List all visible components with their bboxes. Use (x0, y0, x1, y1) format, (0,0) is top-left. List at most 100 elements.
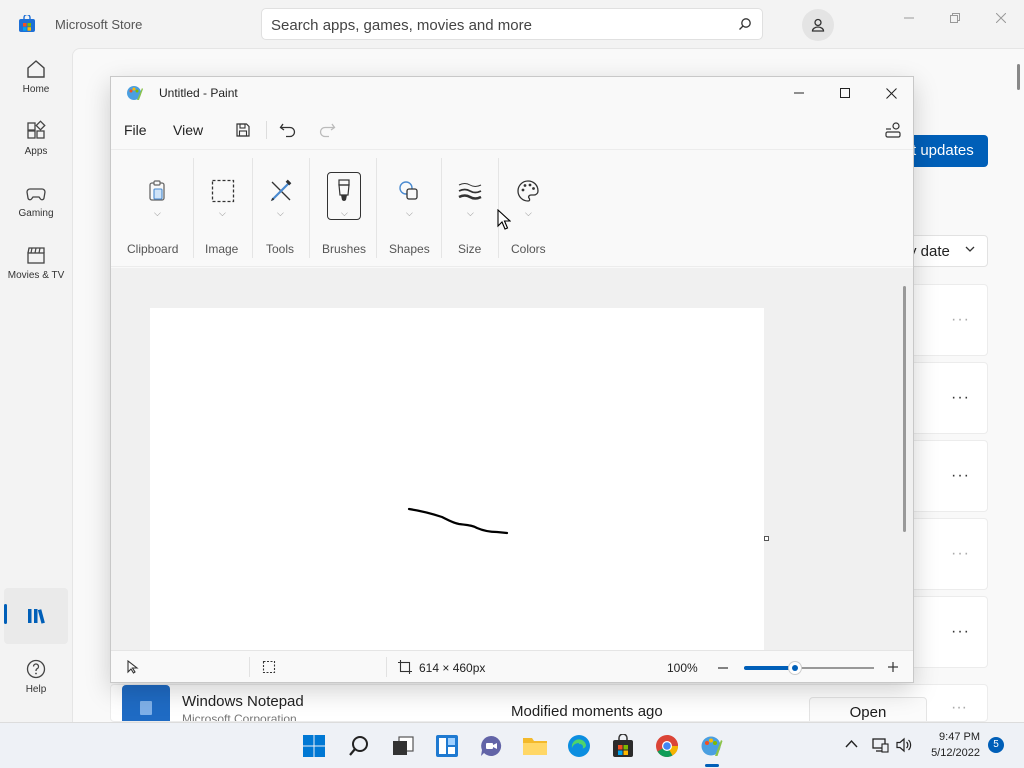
store-restore-button[interactable] (940, 8, 970, 28)
drawing-canvas[interactable] (150, 308, 764, 650)
home-icon (27, 60, 45, 78)
nav-movies-tv[interactable]: Movies & TV (4, 244, 68, 300)
store-taskbar-button[interactable] (609, 732, 637, 760)
chevron-up-icon[interactable] (845, 739, 858, 749)
group-brushes[interactable]: ⌵ Brushes (310, 150, 376, 268)
select-button[interactable] (206, 174, 240, 208)
group-clipboard[interactable]: ⌵ Clipboard (121, 150, 193, 268)
share-account-button[interactable] (882, 119, 904, 141)
group-shapes[interactable]: ⌵ Shapes (377, 150, 441, 268)
colors-button[interactable] (511, 174, 545, 208)
chevron-down-icon (965, 246, 975, 252)
redo-button[interactable] (316, 119, 338, 141)
start-button[interactable] (300, 732, 328, 760)
more-options-icon[interactable]: ··· (951, 389, 970, 407)
size-button[interactable] (453, 174, 487, 208)
windows-logo-icon (303, 735, 325, 757)
brushes-button[interactable] (327, 174, 361, 208)
canvas-size-icon (398, 660, 412, 674)
paint-menubar: File View (111, 109, 913, 149)
widgets-button[interactable] (433, 732, 461, 760)
restore-icon (950, 13, 960, 23)
store-close-button[interactable] (986, 8, 1016, 28)
gamepad-icon (26, 188, 46, 201)
canvas-scrollbar-thumb[interactable] (903, 286, 906, 532)
clock-date[interactable]: 5/12/2022 (928, 747, 980, 759)
library-icon (28, 609, 45, 624)
network-icon[interactable] (871, 736, 889, 754)
group-tools[interactable]: ⌵ Tools (253, 150, 309, 268)
store-scrollbar-thumb[interactable] (1017, 64, 1020, 90)
store-search-input[interactable] (271, 15, 711, 35)
zoom-out-icon[interactable] (717, 663, 729, 673)
paint-titlebar[interactable]: Untitled - Paint (111, 77, 913, 109)
undo-button[interactable] (277, 119, 299, 141)
account-avatar[interactable] (802, 9, 834, 41)
taskbar-search-button[interactable] (345, 732, 373, 760)
paint-title: Untitled - Paint (159, 86, 238, 100)
store-minimize-button[interactable] (894, 8, 924, 28)
nav-home[interactable]: Home (4, 58, 68, 114)
zoom-slider[interactable] (744, 661, 874, 675)
paint-app-icon (701, 736, 723, 756)
zoom-slider-thumb[interactable] (788, 661, 802, 675)
edge-button[interactable] (565, 732, 593, 760)
task-view-button[interactable] (389, 732, 417, 760)
more-options-icon[interactable]: ··· (951, 467, 970, 485)
paint-taskbar-button[interactable] (698, 732, 726, 760)
clock-time[interactable]: 9:47 PM (928, 731, 980, 743)
shapes-button[interactable] (392, 174, 426, 208)
notification-badge[interactable]: 5 (988, 737, 1004, 753)
save-icon (236, 123, 250, 137)
store-bag-icon (613, 734, 633, 757)
nav-movies-tv-label: Movies & TV (7, 270, 65, 281)
menu-file[interactable]: File (124, 122, 147, 138)
group-size[interactable]: ⌵ Size (442, 150, 498, 268)
group-label: Clipboard (127, 242, 179, 256)
volume-icon[interactable] (895, 736, 913, 754)
menu-view[interactable]: View (173, 122, 203, 138)
more-options-icon[interactable]: ··· (951, 699, 967, 717)
help-icon (26, 659, 46, 679)
paint-maximize-button[interactable] (822, 77, 868, 109)
apps-icon (27, 120, 46, 139)
nav-help-label: Help (25, 684, 47, 695)
tools-button[interactable] (264, 174, 298, 208)
search-icon[interactable] (738, 17, 752, 31)
chrome-button[interactable] (653, 732, 681, 760)
store-search-box[interactable] (261, 8, 763, 40)
widgets-icon (436, 735, 458, 757)
open-button[interactable]: Open (809, 697, 927, 721)
menubar-divider (266, 121, 267, 139)
pencil-tools-icon (270, 179, 292, 202)
file-explorer-button[interactable] (521, 732, 549, 760)
save-button[interactable] (232, 119, 254, 141)
store-titlebar: Microsoft Store (0, 0, 1024, 48)
nav-gaming[interactable]: Gaming (4, 182, 68, 238)
nav-library[interactable] (4, 588, 68, 644)
canvas-resize-handle[interactable] (764, 536, 769, 541)
edge-browser-icon (568, 735, 590, 757)
group-label: Tools (266, 242, 295, 256)
store-logo-icon (19, 15, 35, 32)
more-options-icon[interactable]: ··· (951, 623, 970, 641)
stroke-size-icon (458, 183, 482, 200)
canvas-workspace[interactable] (111, 268, 913, 650)
nav-apps[interactable]: Apps (4, 120, 68, 176)
teams-chat-button[interactable] (477, 732, 505, 760)
clipboard-button[interactable] (140, 174, 174, 208)
zoom-in-icon[interactable] (887, 661, 899, 673)
search-icon (349, 736, 368, 756)
paint-minimize-button[interactable] (776, 77, 822, 109)
more-options-icon[interactable]: ··· (951, 311, 970, 329)
group-label: Colors (511, 242, 546, 256)
minimize-icon (794, 92, 804, 94)
nav-help[interactable]: Help (4, 658, 68, 714)
minimize-icon (904, 17, 914, 19)
pointer-position-icon (127, 660, 139, 674)
app-name: Windows Notepad (182, 693, 304, 710)
paint-close-button[interactable] (868, 77, 914, 109)
account-share-icon (885, 122, 901, 138)
more-options-icon[interactable]: ··· (951, 545, 970, 563)
group-image[interactable]: ⌵ Image (194, 150, 252, 268)
